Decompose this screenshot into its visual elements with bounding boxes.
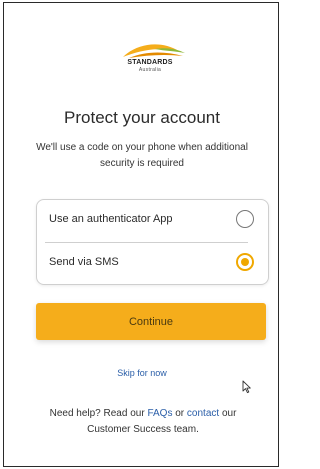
standards-australia-logo: STANDARDS Australia	[109, 41, 191, 77]
logo-swoosh-icon	[123, 44, 185, 58]
help-prefix: Need help? Read our	[49, 408, 148, 419]
page-title: Protect your account	[64, 108, 220, 127]
skip-for-now-link[interactable]: Skip for now	[4, 368, 280, 378]
authenticator-radio[interactable]	[236, 210, 254, 228]
option-sms-label: Send via SMS	[49, 256, 119, 268]
option-authenticator-label: Use an authenticator App	[49, 213, 173, 225]
logo-sub-text: Australia	[138, 67, 162, 73]
option-authenticator-app[interactable]: Use an authenticator App	[37, 200, 268, 242]
page-subtitle: We'll use a code on your phone when addi…	[36, 142, 248, 169]
contact-link[interactable]: contact	[187, 408, 219, 419]
sms-radio[interactable]	[236, 253, 254, 271]
option-send-sms[interactable]: Send via SMS	[37, 243, 268, 285]
continue-button[interactable]: Continue	[36, 303, 266, 340]
page-frame: STANDARDS Australia Protect your account…	[3, 2, 279, 467]
logo-brand-text: STANDARDS	[127, 59, 173, 66]
mouse-pointer-icon	[242, 380, 251, 394]
mfa-method-options: Use an authenticator App Send via SMS	[36, 199, 269, 285]
faqs-link[interactable]: FAQs	[147, 408, 172, 419]
help-text: Need help? Read our FAQs or contact our …	[28, 406, 258, 438]
help-middle: or	[172, 408, 187, 419]
